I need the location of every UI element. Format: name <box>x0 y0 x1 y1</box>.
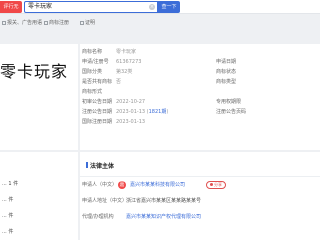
gazette-link[interactable]: 1821期 <box>149 109 167 115</box>
legal-label: 申请人（中文） <box>82 182 118 188</box>
related-stats-card: ... 1 件 ... 件 ... 件 ... 件 <box>0 152 78 240</box>
info-row: 国际分类 第32类 商标状态 <box>80 68 320 76</box>
filter-item-2[interactable]: 商标注册 <box>44 19 69 26</box>
top-bar: 评行无 零卡玩家 × 查一下 <box>0 0 320 14</box>
section-marker <box>86 162 88 168</box>
info-value: 61367273 <box>116 59 142 65</box>
info-label-2: 商标类型 <box>216 79 237 85</box>
info-value: 2022-10-27 <box>116 99 146 105</box>
legal-label: 申请人地址（中文） <box>82 198 128 204</box>
legal-row: 申请人（中文） 嘉 嘉兴市某某科技有限公司 分享 <box>80 180 320 190</box>
divider <box>80 176 320 177</box>
info-label-2: 注册公告页码 <box>216 109 247 115</box>
filter-strip: 报关、广告用语 商标注册 证明 <box>0 16 320 28</box>
search-input[interactable]: 零卡玩家 × <box>24 1 158 13</box>
filter-item-3[interactable]: 证明 <box>80 19 95 26</box>
info-value: 2023-01-13 (1821期) <box>116 109 169 115</box>
info-row: 国际注册日期 2023-01-13 <box>80 118 320 126</box>
info-label-2: 专用权期限 <box>216 99 242 105</box>
filter-item-1[interactable]: 报关、广告用语 <box>2 19 42 26</box>
legal-row: 申请人地址（中文） 浙江省嘉兴市某某区某某路某某号 <box>80 196 320 206</box>
info-label: 国际分类 <box>82 69 103 75</box>
checkbox-icon[interactable] <box>44 21 48 25</box>
applicant-avatar: 嘉 <box>118 181 126 189</box>
info-value: 否 <box>116 79 122 85</box>
info-label-2: 申请日期 <box>216 59 237 65</box>
info-row: 商标形式 <box>80 88 320 96</box>
info-value: 零卡玩家 <box>116 49 137 55</box>
info-row: 注册公告日期 2023-01-13 (1821期) 注册公告页码 <box>80 108 320 116</box>
info-row: 初审公告日期 2022-10-27 专用权期限 <box>80 98 320 106</box>
stat-line[interactable]: ... 件 <box>2 196 13 203</box>
stat-line[interactable]: ... 件 <box>2 212 13 219</box>
share-button[interactable]: 分享 <box>206 181 226 189</box>
applicant-address: 浙江省嘉兴市某某区某某路某某号 <box>126 198 202 204</box>
applicant-name-link[interactable]: 嘉兴市某某科技有限公司 <box>130 180 185 190</box>
info-label: 商标名称 <box>82 49 103 55</box>
stat-line[interactable]: ... 件 <box>2 228 13 235</box>
legal-label: 代理/办理机构 <box>82 214 114 220</box>
info-label: 国际注册日期 <box>82 119 113 125</box>
brand-name: 零卡玩家 <box>0 62 69 81</box>
info-row: 商标名称 零卡玩家 <box>80 48 320 56</box>
checkbox-icon[interactable] <box>80 21 84 25</box>
trademark-info-card: 商标名称 零卡玩家 申请/注册号 61367273 申请日期 国际分类 第32类… <box>80 44 320 150</box>
checkbox-icon[interactable] <box>2 21 6 25</box>
info-row: 申请/注册号 61367273 申请日期 <box>80 58 320 66</box>
search-button[interactable]: 查一下 <box>158 1 180 13</box>
legal-row: 代理/办理机构 嘉兴市某某知识产权代理有限公司 <box>80 212 320 222</box>
share-icon <box>210 183 213 186</box>
info-label: 是否共有商标 <box>82 79 113 85</box>
info-value: 2023-01-13 <box>116 119 146 125</box>
app-logo[interactable]: 评行无 <box>0 1 22 13</box>
info-label: 初审公告日期 <box>82 99 113 105</box>
search-input-value: 零卡玩家 <box>28 3 53 10</box>
info-label: 商标形式 <box>82 89 103 95</box>
agency-link[interactable]: 嘉兴市某某知识产权代理有限公司 <box>126 212 201 222</box>
info-value: 第32类 <box>116 69 133 75</box>
info-label-2: 商标状态 <box>216 69 237 75</box>
info-row: 是否共有商标 否 商标类型 <box>80 78 320 86</box>
info-label: 申请/注册号 <box>82 59 109 65</box>
section-title: 法律主体 <box>90 163 115 170</box>
brand-preview-card: 零卡玩家 <box>0 44 78 150</box>
stat-line[interactable]: ... 1 件 <box>2 180 18 187</box>
info-label: 注册公告日期 <box>82 109 113 115</box>
clear-icon[interactable]: × <box>149 4 155 10</box>
legal-entity-card: 法律主体 申请人（中文） 嘉 嘉兴市某某科技有限公司 分享 申请人地址（中文） … <box>80 152 320 240</box>
